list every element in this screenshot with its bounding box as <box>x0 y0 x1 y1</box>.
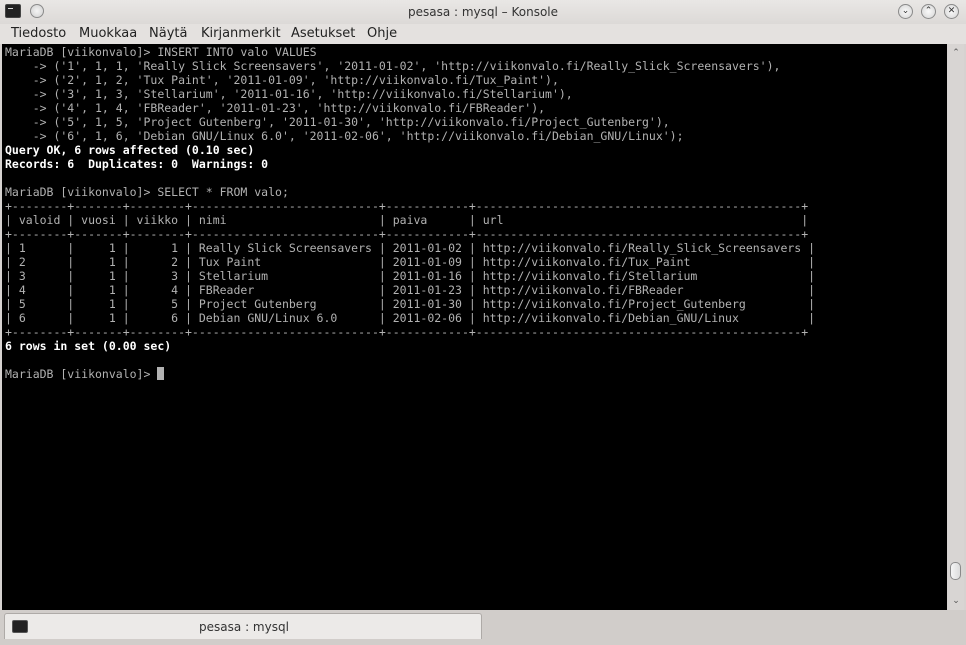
tab-label: pesasa : mysql <box>199 620 289 634</box>
window-title: pesasa : mysql – Konsole <box>407 5 559 19</box>
terminal-line: MariaDB [viikonvalo]> INSERT INTO valo V… <box>5 45 317 59</box>
terminal-text: MariaDB [viikonvalo]> INSERT INTO valo V… <box>5 45 815 381</box>
terminal-line: +--------+-------+--------+-------------… <box>5 199 809 213</box>
terminal-line: +--------+-------+--------+-------------… <box>5 227 809 241</box>
minimize-button[interactable]: ⌄ <box>898 4 913 19</box>
tab-bar: pesasa : mysql <box>0 610 966 645</box>
terminal-line: | 4 | 1 | 4 | FBReader | 2011-01-23 | ht… <box>5 283 816 297</box>
menu-bar: Tiedosto Muokkaa Näytä Kirjanmerkit Aset… <box>0 24 966 44</box>
menu-ohje[interactable]: Ohje <box>367 26 397 41</box>
terminal-line: -> ('1', 1, 1, 'Really Slick Screensaver… <box>5 59 781 73</box>
menu-muokkaa[interactable]: Muokkaa <box>79 26 137 41</box>
terminal-line: | 3 | 1 | 3 | Stellarium | 2011-01-16 | … <box>5 269 816 283</box>
terminal-scrollbar[interactable]: ⌃ ⌄ <box>948 44 964 610</box>
terminal-line: 6 rows in set (0.00 sec) <box>5 339 172 353</box>
terminal-line: -> ('4', 1, 4, 'FBReader', '2011-01-23',… <box>5 101 546 115</box>
text-cursor <box>157 367 165 380</box>
scroll-down-icon[interactable]: ⌄ <box>951 596 961 606</box>
terminal-line: -> ('5', 1, 5, 'Project Gutenberg', '201… <box>5 115 670 129</box>
menu-nayta[interactable]: Näytä <box>149 26 187 41</box>
terminal-line: -> ('3', 1, 3, 'Stellarium', '2011-01-16… <box>5 87 573 101</box>
terminal-line: MariaDB [viikonvalo]> SELECT * FROM valo… <box>5 185 289 199</box>
tab-session[interactable]: pesasa : mysql <box>4 613 482 639</box>
terminal-line: | valoid | vuosi | viikko | nimi | paiva… <box>5 213 809 227</box>
scrollbar-thumb[interactable] <box>950 562 961 580</box>
terminal-line: -> ('2', 1, 2, 'Tux Paint', '2011-01-09'… <box>5 73 559 87</box>
scroll-up-icon[interactable]: ⌃ <box>951 48 961 58</box>
maximize-button[interactable]: ⌃ <box>921 4 936 19</box>
menu-tiedosto[interactable]: Tiedosto <box>11 26 66 41</box>
menu-asetukset[interactable]: Asetukset <box>291 26 355 41</box>
terminal-line: | 2 | 1 | 2 | Tux Paint | 2011-01-09 | h… <box>5 255 816 269</box>
terminal-line: | 1 | 1 | 1 | Really Slick Screensavers … <box>5 241 816 255</box>
prompt-line[interactable]: MariaDB [viikonvalo]> <box>5 367 815 381</box>
title-bar: pesasa : mysql – Konsole ⌄ ⌃ ✕ <box>0 0 966 24</box>
terminal-line: | 5 | 1 | 5 | Project Gutenberg | 2011-0… <box>5 297 816 311</box>
terminal-line: Query OK, 6 rows affected (0.10 sec) <box>5 143 255 157</box>
terminal-line: | 6 | 1 | 6 | Debian GNU/Linux 6.0 | 201… <box>5 311 816 325</box>
terminal-line: -> ('6', 1, 6, 'Debian GNU/Linux 6.0', '… <box>5 129 684 143</box>
prompt-text: MariaDB [viikonvalo]> <box>5 367 158 381</box>
terminal-line: Records: 6 Duplicates: 0 Warnings: 0 <box>5 157 269 171</box>
close-button[interactable]: ✕ <box>944 4 959 19</box>
terminal-line: +--------+-------+--------+-------------… <box>5 325 809 339</box>
menu-kirjanmerkit[interactable]: Kirjanmerkit <box>201 26 281 41</box>
terminal-output[interactable]: MariaDB [viikonvalo]> INSERT INTO valo V… <box>2 44 947 610</box>
